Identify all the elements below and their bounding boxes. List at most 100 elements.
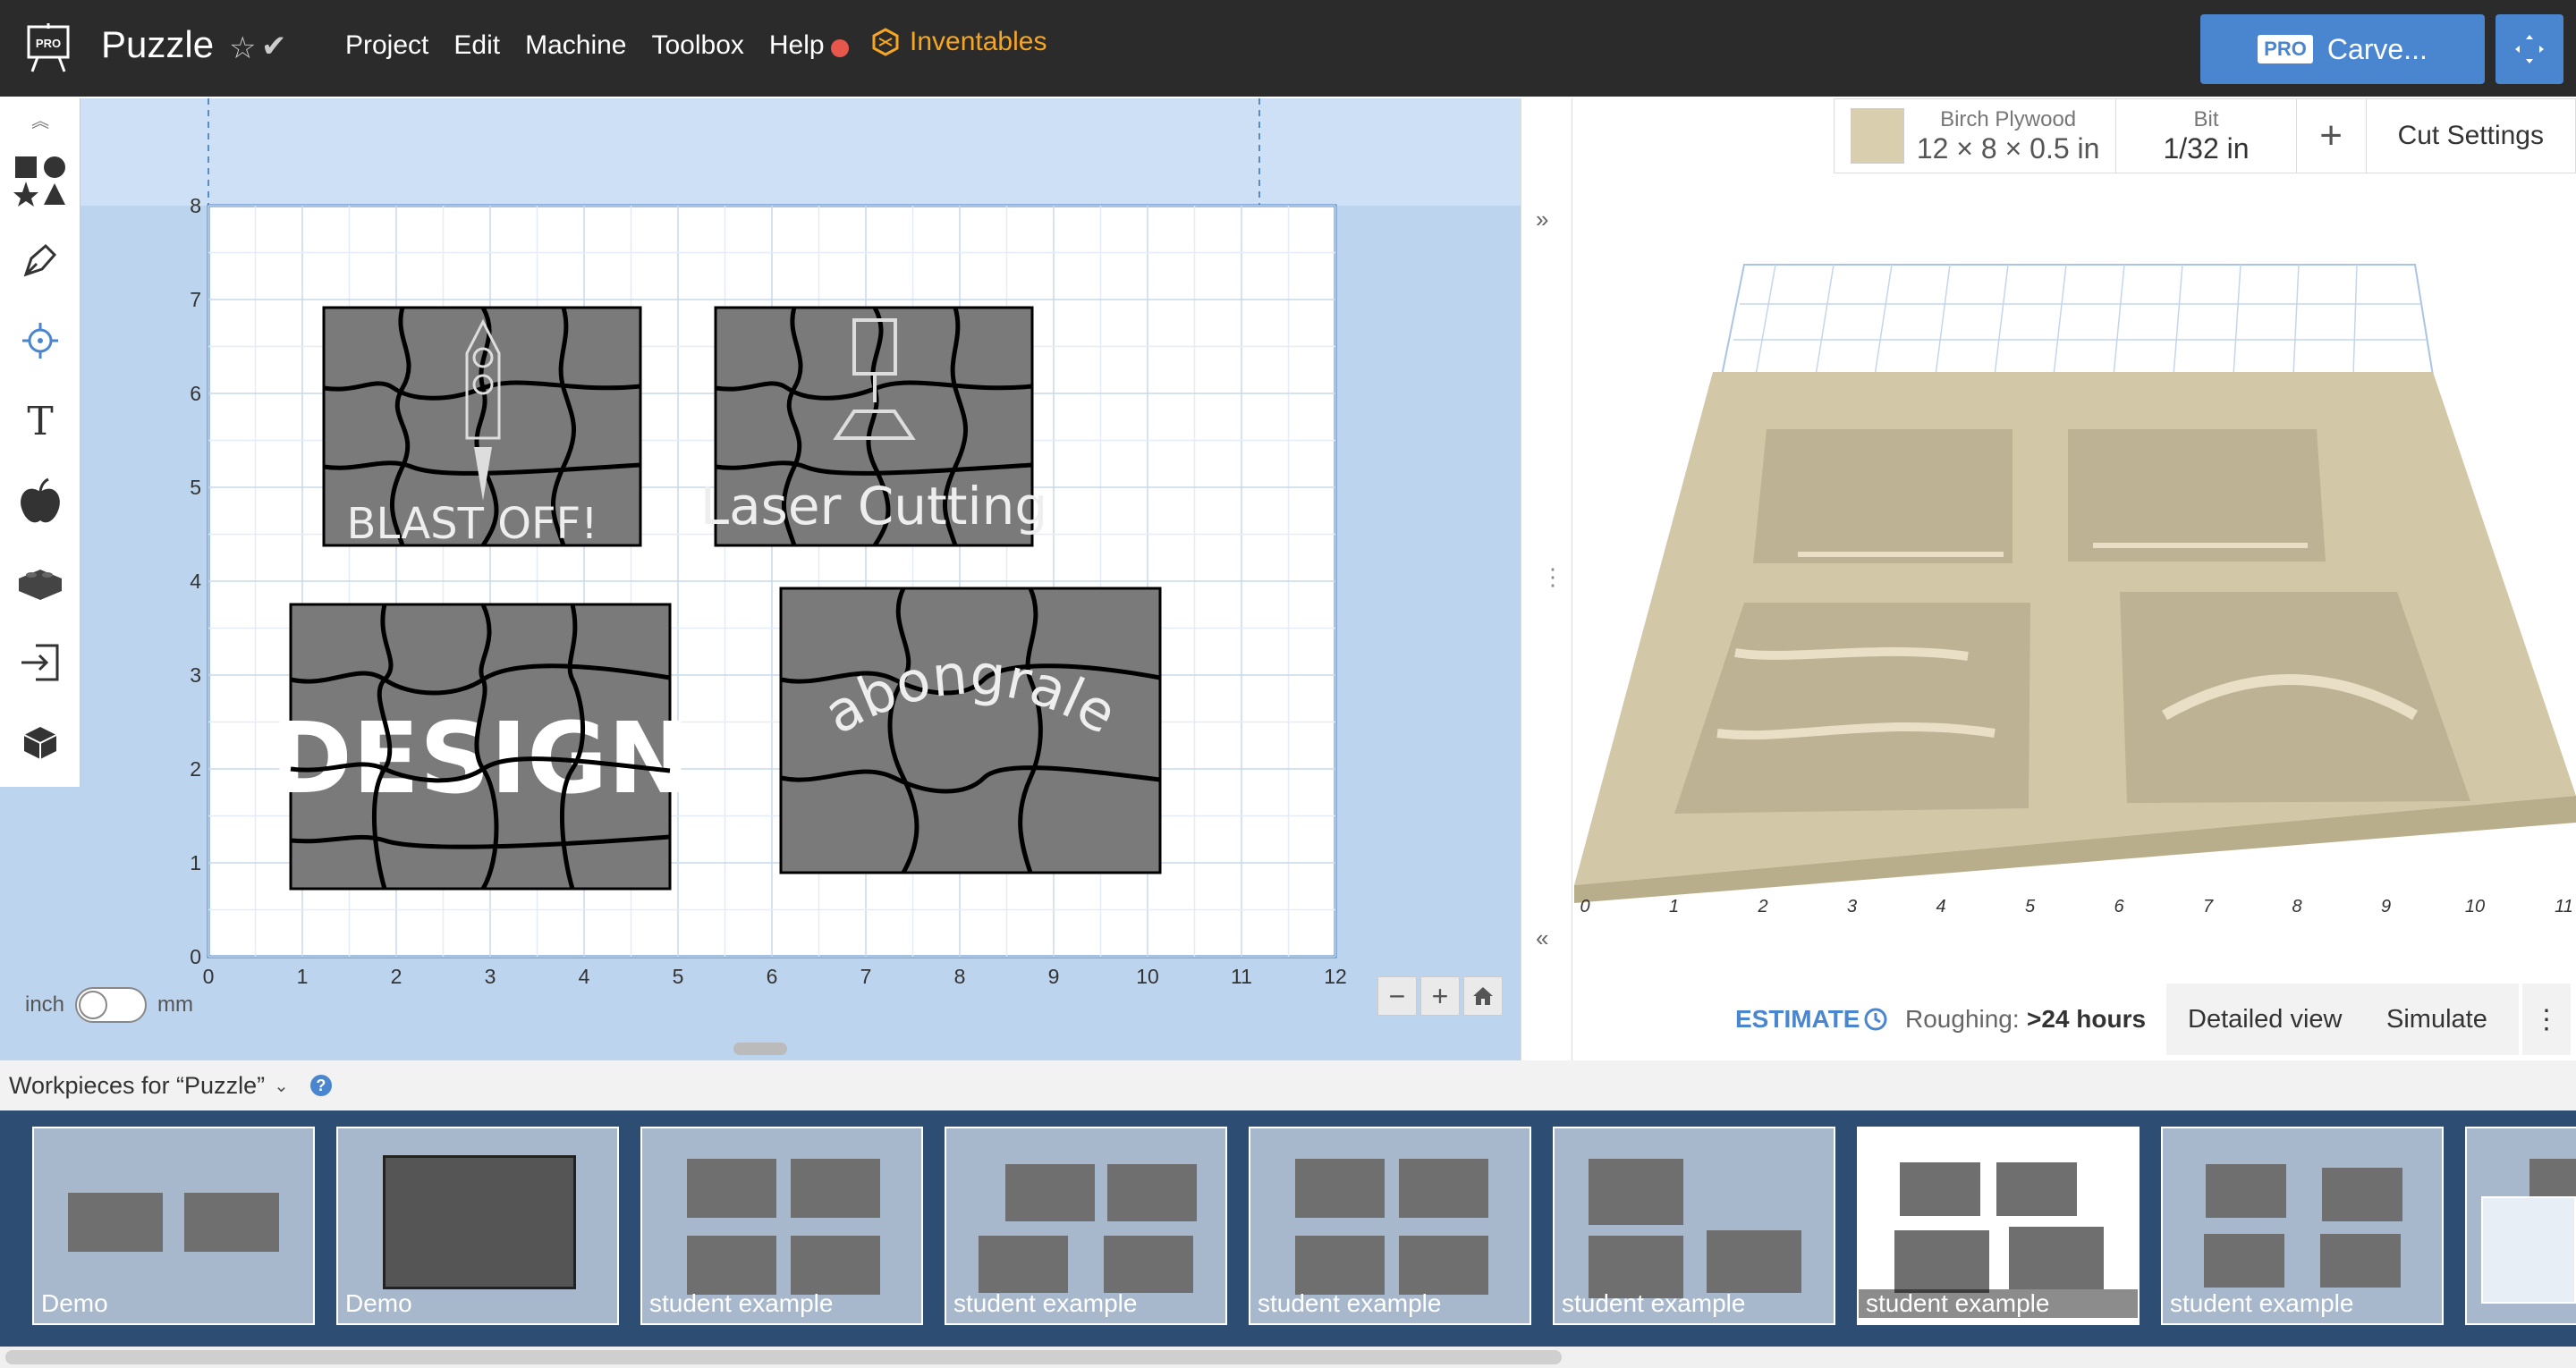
point-tool-icon[interactable] [0,300,80,381]
x-axis-ticks: 0 1 2 3 4 5 6 7 8 9 10 11 12 [203,965,1347,988]
project-title[interactable]: Puzzle [101,23,214,66]
expand-arrows-icon [2515,35,2544,63]
preview-tick-label: 7 [2203,897,2214,916]
material-name: Birch Plywood [1940,106,2077,131]
inventables-label: Inventables [910,27,1047,56]
menu-edit[interactable]: Edit [453,30,500,61]
workpiece-blast-off[interactable]: BLAST OFF! [322,306,642,549]
more-options-icon[interactable]: ⋮ [2522,984,2571,1055]
apple-icon[interactable] [0,461,80,542]
workpieces-scrollbar[interactable] [0,1347,2576,1368]
import-icon[interactable] [0,622,80,703]
workpiece-card[interactable]: student example [640,1127,923,1325]
workpiece-card[interactable]: student example [1553,1127,1835,1325]
x-tick-label: 3 [485,965,496,988]
workpiece-laser-cutting[interactable]: Laser Cutting [700,306,1047,547]
workpiece-card[interactable]: student example [2161,1127,2444,1325]
workpiece-abongrale[interactable]: abongrale [779,587,1162,874]
unit-toggle[interactable] [75,987,148,1023]
zoom-in-button[interactable]: + [1420,976,1460,1016]
estimate-label[interactable]: ESTIMATE [1735,1005,1860,1034]
canvas-hscroll[interactable] [733,1043,787,1055]
add-bit-button[interactable]: + [2297,99,2367,173]
menu-project[interactable]: Project [345,30,428,61]
workpiece-card-label: Demo [345,1289,412,1317]
menu-help[interactable]: Help [769,30,825,61]
carve-button[interactable]: PRO Carve... [2200,14,2485,84]
y-axis-ticks: 0 1 2 3 4 5 6 7 8 [190,194,201,968]
workpiece-card-label: student example [1859,1289,2138,1318]
workpiece-card-label: Demo [41,1289,108,1317]
bit-label: Bit [2193,106,2219,131]
star-icon[interactable]: ☆ [229,30,256,66]
preview-axis: 0 1 2 3 4 5 6 7 8 9 10 11 [1580,897,2572,916]
y-tick-label: 0 [190,945,201,968]
preview-tick-label: 5 [2025,897,2036,916]
x-tick-label: 1 [297,965,309,988]
workpiece-card-selected[interactable]: student example [1857,1127,2140,1325]
material-size: 12 × 8 × 0.5 in [1916,131,2100,165]
collapse-left-icon[interactable]: « [1536,925,1548,952]
material-swatch [1850,108,1904,164]
chevron-down-icon[interactable]: ⌄ [274,1075,289,1097]
cut-settings-button[interactable]: Cut Settings [2367,99,2575,173]
estimate-bar: ESTIMATE Roughing: >24 hours Detailed vi… [1572,984,2576,1055]
clock-icon [1864,1008,1887,1031]
help-icon[interactable]: ? [309,1075,332,1096]
easel-logo-icon[interactable]: PRO [25,23,72,73]
simulate-button[interactable]: Simulate [2386,1005,2487,1034]
workpiece-card[interactable]: student example [945,1127,1227,1325]
y-tick-label: 7 [190,288,201,311]
3d-cube-icon[interactable] [0,703,80,783]
3d-preview[interactable]: 0 1 2 3 4 5 6 7 8 9 10 11 [1572,98,2576,921]
expand-button[interactable] [2496,14,2563,84]
lego-brick-icon[interactable] [0,542,80,622]
collapse-right-icon[interactable]: » [1536,206,1548,233]
preview-tick-label: 9 [2381,897,2391,916]
blast-off-text: BLAST OFF! [347,499,598,549]
design-canvas[interactable]: 0 1 2 3 4 5 6 7 8 9 10 11 12 012345678 BLAST OFF! La… [0,98,1521,1060]
preview-tick-label: 11 [2555,897,2573,916]
x-tick-label: 6 [767,965,778,988]
workpiece-design[interactable]: DESIGN [271,603,691,891]
zoom-out-button[interactable]: − [1377,976,1417,1016]
preview-tick-label: 10 [2465,897,2485,916]
collapse-up-icon[interactable]: ︽ [0,98,80,139]
x-tick-label: 10 [1136,965,1159,988]
preview-tick-label: 3 [1847,897,1857,916]
y-tick-label: 5 [190,476,201,499]
workpiece-card[interactable]: Demo [32,1127,315,1325]
bit-value: 1/32 in [2163,131,2250,165]
pen-icon[interactable] [0,220,80,300]
drag-handle-icon[interactable]: ⋮ [1541,563,1564,591]
inventables-logo-icon [872,28,899,56]
svg-text:PRO: PRO [36,37,61,50]
workpiece-card-label: student example [2170,1289,2354,1317]
menu-machine[interactable]: Machine [525,30,626,61]
inventables-link[interactable]: Inventables [872,27,1046,57]
carve-label: Carve... [2326,32,2428,65]
home-view-button[interactable] [1463,976,1503,1016]
workpiece-card-label: student example [1562,1289,1746,1317]
menu-toolbox[interactable]: Toolbox [651,30,743,61]
shapes-icon[interactable] [0,139,80,220]
workpiece-card-label: student example [649,1289,834,1317]
bit-selector[interactable]: Bit 1/32 in [2116,99,2297,173]
material-selector[interactable]: Birch Plywood 12 × 8 × 0.5 in [1835,99,2117,173]
workpieces-title[interactable]: Workpieces for “Puzzle” [9,1072,265,1100]
text-tool-icon[interactable]: T [0,381,80,461]
y-tick-label: 3 [190,663,201,687]
workpiece-card[interactable]: Demo [336,1127,619,1325]
x-tick-label: 12 [1324,965,1347,988]
y-tick-label: 1 [190,851,201,874]
panel-gutter: » ⋮ « [1521,98,1572,1060]
roughing-label: Roughing: [1905,1005,2020,1033]
laser-cutting-text: Laser Cutting [700,476,1047,536]
left-toolbar: ︽ T [0,98,80,787]
roughing-value: >24 hours [2027,1005,2147,1033]
main-menu: Project Edit Machine Toolbox Help [345,30,850,61]
x-tick-label: 8 [954,965,966,988]
detailed-view-button[interactable]: Detailed view [2188,1005,2342,1034]
workpiece-card[interactable]: student example [1249,1127,1531,1325]
y-tick-label: 6 [190,382,201,405]
